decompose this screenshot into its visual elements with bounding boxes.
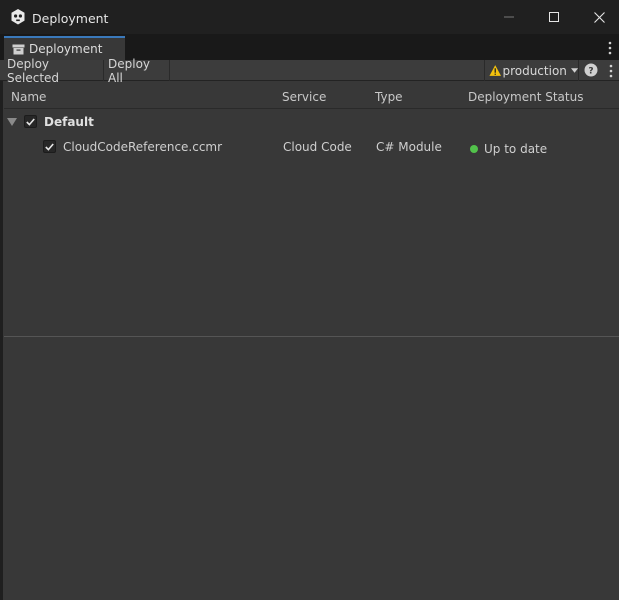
item-type: C# Module: [376, 140, 442, 154]
maximize-button[interactable]: [531, 0, 577, 34]
column-type[interactable]: Type: [375, 90, 403, 104]
close-icon: [593, 11, 605, 23]
environment-dropdown[interactable]: production: [484, 60, 579, 81]
column-service[interactable]: Service: [282, 90, 326, 104]
checkmark-icon: [45, 142, 54, 151]
toolbar-menu-icon[interactable]: [605, 63, 617, 79]
chevron-down-icon: [570, 68, 578, 73]
item-checkbox[interactable]: [43, 140, 56, 153]
status-dot-icon: [470, 145, 478, 153]
minimize-icon: [504, 16, 514, 18]
item-name[interactable]: CloudCodeReference.ccmr: [63, 140, 222, 154]
help-icon[interactable]: ?: [584, 63, 598, 77]
kebab-menu-icon[interactable]: [604, 40, 616, 56]
deploy-all-button[interactable]: Deploy All: [105, 57, 170, 85]
warning-icon: [489, 65, 502, 76]
split-divider[interactable]: [4, 336, 619, 337]
window-title: Deployment: [32, 11, 109, 26]
svg-text:?: ?: [588, 67, 593, 77]
checkmark-icon: [26, 117, 35, 126]
column-deployment-status[interactable]: Deployment Status: [468, 90, 583, 104]
group-label: Default: [44, 115, 94, 129]
archive-box-icon: [12, 44, 25, 54]
column-name[interactable]: Name: [11, 90, 46, 104]
environment-label: production: [502, 63, 567, 78]
minimize-button[interactable]: [486, 0, 532, 34]
group-checkbox[interactable]: [24, 115, 37, 128]
unity-logo-icon: [11, 9, 25, 25]
item-service: Cloud Code: [283, 140, 352, 154]
close-button[interactable]: [576, 0, 619, 34]
maximize-icon: [549, 12, 559, 22]
left-window-edge: [0, 34, 3, 600]
deploy-selected-button[interactable]: Deploy Selected: [4, 57, 104, 85]
item-deployment-status: Up to date: [484, 142, 548, 156]
foldout-arrow-icon[interactable]: [7, 117, 17, 127]
tab-label: Deployment: [29, 42, 103, 56]
